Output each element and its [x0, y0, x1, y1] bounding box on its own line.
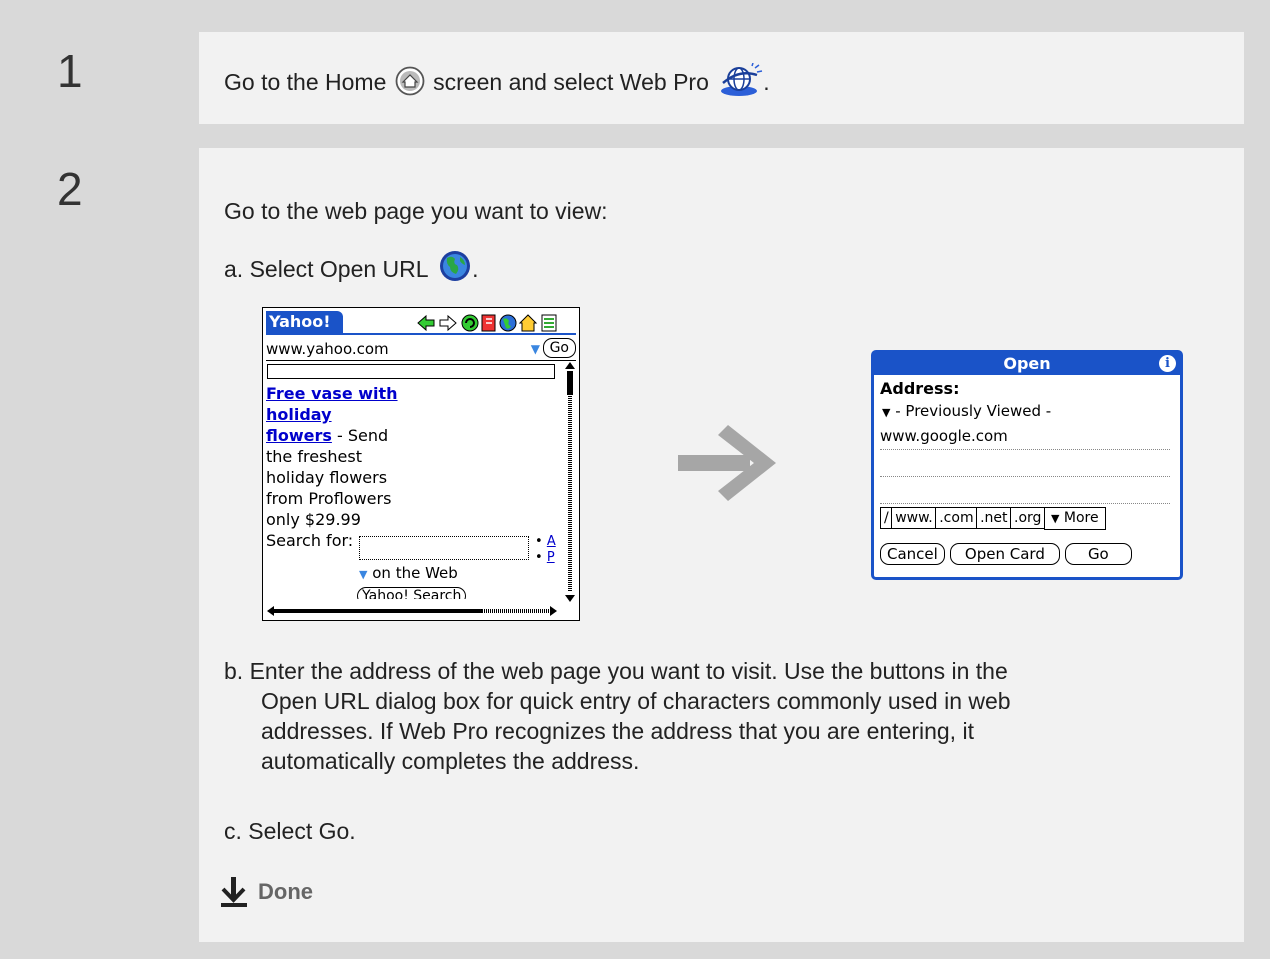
step-number: 2 [57, 163, 83, 215]
horizontal-scrollbar[interactable] [267, 606, 557, 616]
step-b-line: b. Enter the address of the web page you… [224, 658, 1008, 684]
ad-link-line[interactable]: Free vase with [266, 383, 398, 404]
address-label: Address: [880, 379, 960, 398]
more-label: More [1063, 510, 1099, 526]
side-link-p[interactable]: P [547, 550, 555, 565]
browser-go-button[interactable]: Go [542, 338, 576, 358]
step-a-text: a. Select Open URL . [224, 250, 479, 283]
step-c-text: c. Select Go. [224, 818, 356, 844]
home-icon[interactable] [518, 314, 538, 332]
step-1-text-before: Go to the Home [224, 69, 387, 95]
ad-text-line: holiday flowers [266, 468, 388, 487]
done-label: Done [258, 879, 313, 904]
url-dropdown-icon[interactable]: ▼ [531, 342, 540, 356]
step-number: 1 [57, 45, 83, 97]
ad-link-line[interactable]: flowers [266, 426, 332, 445]
search-field[interactable] [359, 536, 529, 560]
address-field[interactable]: www.google.com [880, 423, 1170, 504]
dialog-buttons: Cancel Open Card Go [880, 543, 1132, 565]
scope-dropdown-icon[interactable]: ▼ [359, 568, 367, 581]
browser-url[interactable]: www.yahoo.com [266, 340, 389, 358]
more-triangle-icon: ▼ [1050, 512, 1060, 525]
progress-bar [267, 364, 555, 379]
ad-text-line: the freshest [266, 447, 362, 466]
address-value: www.google.com [880, 423, 1170, 450]
browser-title: Yahoo! [266, 311, 343, 333]
address-line [880, 477, 1170, 504]
cancel-button[interactable]: Cancel [880, 543, 945, 565]
yahoo-search-button[interactable]: Yahoo! Search [357, 587, 467, 599]
key-com[interactable]: .com [935, 507, 978, 529]
browser-content: Free vase with holiday flowers - Send th… [266, 383, 398, 551]
scroll-right-icon[interactable] [550, 606, 557, 616]
forward-arrow-icon[interactable] [439, 314, 457, 332]
search-scope[interactable]: ▼ on the Web [359, 564, 458, 582]
open-card-button[interactable]: Open Card [949, 543, 1060, 565]
open-url-dialog: Open i Address: ▼ - Previously Viewed - … [871, 350, 1183, 580]
step-body: Go to the Home screen and select Web Pro… [199, 32, 1244, 124]
scroll-left-icon[interactable] [267, 606, 274, 616]
browser-url-bar: www.yahoo.com ▼ Go [266, 338, 576, 361]
step-2: 2 Go to the web page you want to view: a… [37, 148, 1244, 942]
browser-header: Yahoo! [266, 311, 576, 335]
open-url-icon[interactable] [499, 314, 517, 332]
browser-toolbar [416, 313, 576, 337]
key-www[interactable]: www. [891, 507, 937, 529]
ad-text-line: from Proflowers [266, 489, 392, 508]
info-icon[interactable]: i [1159, 355, 1176, 372]
scroll-track[interactable] [568, 396, 572, 592]
refresh-icon[interactable] [461, 314, 479, 332]
ad-link-line[interactable]: holiday [266, 404, 398, 425]
key-net[interactable]: .net [976, 507, 1012, 529]
more-button[interactable]: ▼ More [1043, 507, 1106, 530]
vertical-scrollbar[interactable] [565, 362, 575, 602]
done-arrow-icon [221, 877, 247, 907]
step-number-cell: 1 [37, 32, 199, 124]
step-a-label: a. Select Open URL [224, 256, 428, 282]
ad-link-suffix: - Send [331, 426, 389, 445]
step-b-line: automatically completes the address. [261, 748, 640, 774]
step-b-line: addresses. If Web Pro recognizes the add… [261, 718, 974, 744]
step-number-cell: 2 [37, 148, 199, 942]
browser-screenshot: Yahoo! www.yahoo.com ▼ Go Free vase with… [262, 307, 580, 621]
back-arrow-icon[interactable] [417, 314, 435, 332]
step-a-end: . [472, 256, 479, 282]
web-pro-globe-icon [721, 62, 763, 96]
home-icon [395, 66, 425, 96]
go-button[interactable]: Go [1064, 543, 1132, 565]
bookmark-icon[interactable] [481, 314, 496, 332]
ad-text-line: only $29.99 [266, 510, 361, 529]
scroll-thumb[interactable] [567, 371, 573, 395]
step-1-text-middle: screen and select Web Pro [433, 69, 709, 95]
page-icon[interactable] [541, 314, 557, 332]
h-scroll-thumb[interactable] [274, 609, 482, 613]
side-links: • A • P [535, 534, 556, 565]
step-body: Go to the web page you want to view: a. … [199, 148, 1244, 942]
step-b-line: Open URL dialog box for quick entry of c… [261, 688, 1011, 714]
dialog-title: Open [874, 353, 1180, 375]
step-2-intro: Go to the web page you want to view: [224, 198, 608, 224]
right-arrow-icon [678, 425, 776, 501]
scroll-up-icon[interactable] [565, 362, 575, 369]
dialog-frame: Open i Address: ▼ - Previously Viewed - … [871, 350, 1183, 580]
key-org[interactable]: .org [1010, 507, 1046, 529]
step-1-text-after: . [763, 69, 770, 95]
step-1: 1 Go to the Home screen and select Web P… [37, 32, 1244, 124]
quick-entry-keys: / www. .com .net .org ▼ More [880, 507, 1106, 530]
scroll-down-icon[interactable] [565, 595, 575, 602]
open-url-globe-icon [440, 250, 471, 281]
search-button-clip: Yahoo! Search [357, 585, 481, 599]
step-b-text: b. Enter the address of the web page you… [224, 656, 1011, 776]
h-scroll-track[interactable] [482, 609, 550, 613]
dropdown-triangle-icon: ▼ [882, 406, 891, 419]
side-link-a[interactable]: A [547, 534, 556, 549]
address-line [880, 450, 1170, 477]
search-scope-label: on the Web [372, 564, 458, 582]
previously-viewed-label: - Previously Viewed - [895, 402, 1052, 420]
previously-viewed-dropdown[interactable]: ▼ - Previously Viewed - [882, 402, 1051, 420]
step-1-text: Go to the Home screen and select Web Pro… [224, 62, 770, 97]
